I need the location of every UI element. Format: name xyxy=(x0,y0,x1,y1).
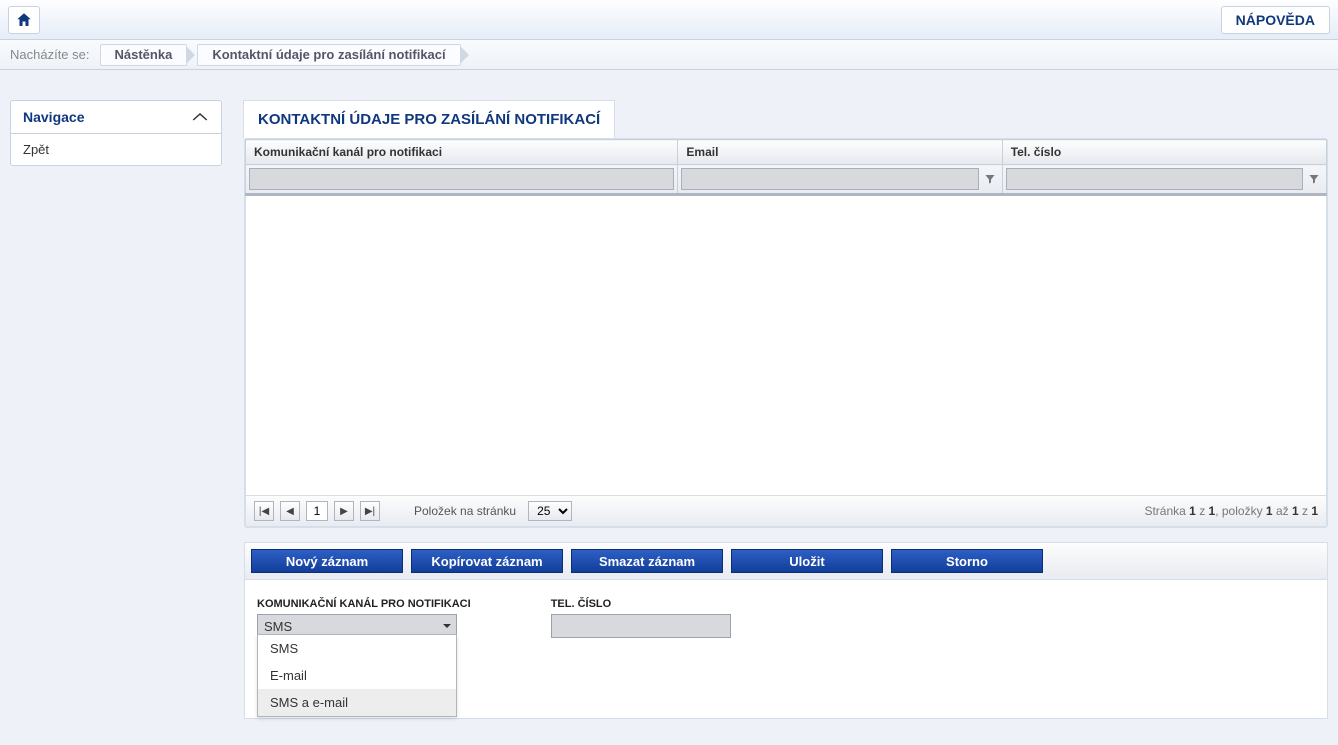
new-record-button[interactable]: Nový záznam xyxy=(251,549,403,573)
channel-value: SMS xyxy=(264,619,292,634)
dropdown-option[interactable]: SMS xyxy=(258,635,456,662)
sidebar: Navigace Zpět xyxy=(10,100,222,166)
panel-title: KONTAKTNÍ ÚDAJE PRO ZASÍLÁNÍ NOTIFIKACÍ xyxy=(243,100,615,138)
breadcrumb: Nacházíte se: Nástěnka Kontaktní údaje p… xyxy=(0,40,1338,70)
col-header-email[interactable]: Email xyxy=(678,140,1002,165)
delete-record-button[interactable]: Smazat záznam xyxy=(571,549,723,573)
pager-status: Stránka 1 z 1, položky 1 až 1 z 1 xyxy=(1144,504,1318,518)
pager-last[interactable]: ▶| xyxy=(360,501,380,521)
form-area: KOMUNIKAČNÍ KANÁL PRO NOTIFIKACI SMS TEL… xyxy=(244,580,1328,719)
pager: |◀ ◀ ▶ ▶| Položek na stránku 25 Stránka … xyxy=(245,496,1327,527)
copy-record-button[interactable]: Kopírovat záznam xyxy=(411,549,563,573)
breadcrumb-item[interactable]: Nástěnka xyxy=(100,44,188,66)
table-panel: Komunikační kanál pro notifikaci Email T… xyxy=(244,138,1328,528)
filter-icon[interactable] xyxy=(981,168,999,190)
pager-next[interactable]: ▶ xyxy=(334,501,354,521)
topbar: NÁPOVĚDA xyxy=(0,0,1338,40)
pager-per-page-label: Položek na stránku xyxy=(414,504,516,518)
home-button[interactable] xyxy=(8,6,40,34)
pager-page-size[interactable]: 25 xyxy=(528,501,572,521)
channel-label: KOMUNIKAČNÍ KANÁL PRO NOTIFIKACI xyxy=(257,598,471,610)
channel-dropdown: SMS E-mail SMS a e-mail xyxy=(257,634,457,717)
table-body-empty xyxy=(245,196,1327,496)
filter-input-email[interactable] xyxy=(681,168,978,190)
col-header-tel[interactable]: Tel. číslo xyxy=(1002,140,1326,165)
home-icon xyxy=(15,11,33,29)
filter-input-channel[interactable] xyxy=(249,168,674,190)
sidebar-toggle[interactable]: Navigace xyxy=(11,101,221,134)
caret-down-icon xyxy=(442,621,452,631)
main: KONTAKTNÍ ÚDAJE PRO ZASÍLÁNÍ NOTIFIKACÍ … xyxy=(244,100,1328,719)
save-button[interactable]: Uložit xyxy=(731,549,883,573)
pager-first[interactable]: |◀ xyxy=(254,501,274,521)
breadcrumb-item[interactable]: Kontaktní údaje pro zasílání notifikací xyxy=(197,44,460,66)
cancel-button[interactable]: Storno xyxy=(891,549,1043,573)
tel-label: TEL. ČÍSLO xyxy=(551,598,731,610)
sidebar-title: Navigace xyxy=(23,109,84,125)
help-button[interactable]: NÁPOVĚDA xyxy=(1221,6,1330,34)
pager-page-input[interactable] xyxy=(306,501,328,521)
sidebar-item-back[interactable]: Zpět xyxy=(11,134,221,165)
breadcrumb-label: Nacházíte se: xyxy=(10,47,100,62)
tel-input[interactable] xyxy=(551,614,731,638)
dropdown-option[interactable]: SMS a e-mail xyxy=(258,689,456,716)
action-bar: Nový záznam Kopírovat záznam Smazat zázn… xyxy=(244,542,1328,580)
col-header-channel[interactable]: Komunikační kanál pro notifikaci xyxy=(246,140,678,165)
dropdown-option[interactable]: E-mail xyxy=(258,662,456,689)
filter-input-tel[interactable] xyxy=(1006,168,1303,190)
pager-prev[interactable]: ◀ xyxy=(280,501,300,521)
chevron-up-icon xyxy=(191,111,209,123)
filter-icon[interactable] xyxy=(1305,168,1323,190)
